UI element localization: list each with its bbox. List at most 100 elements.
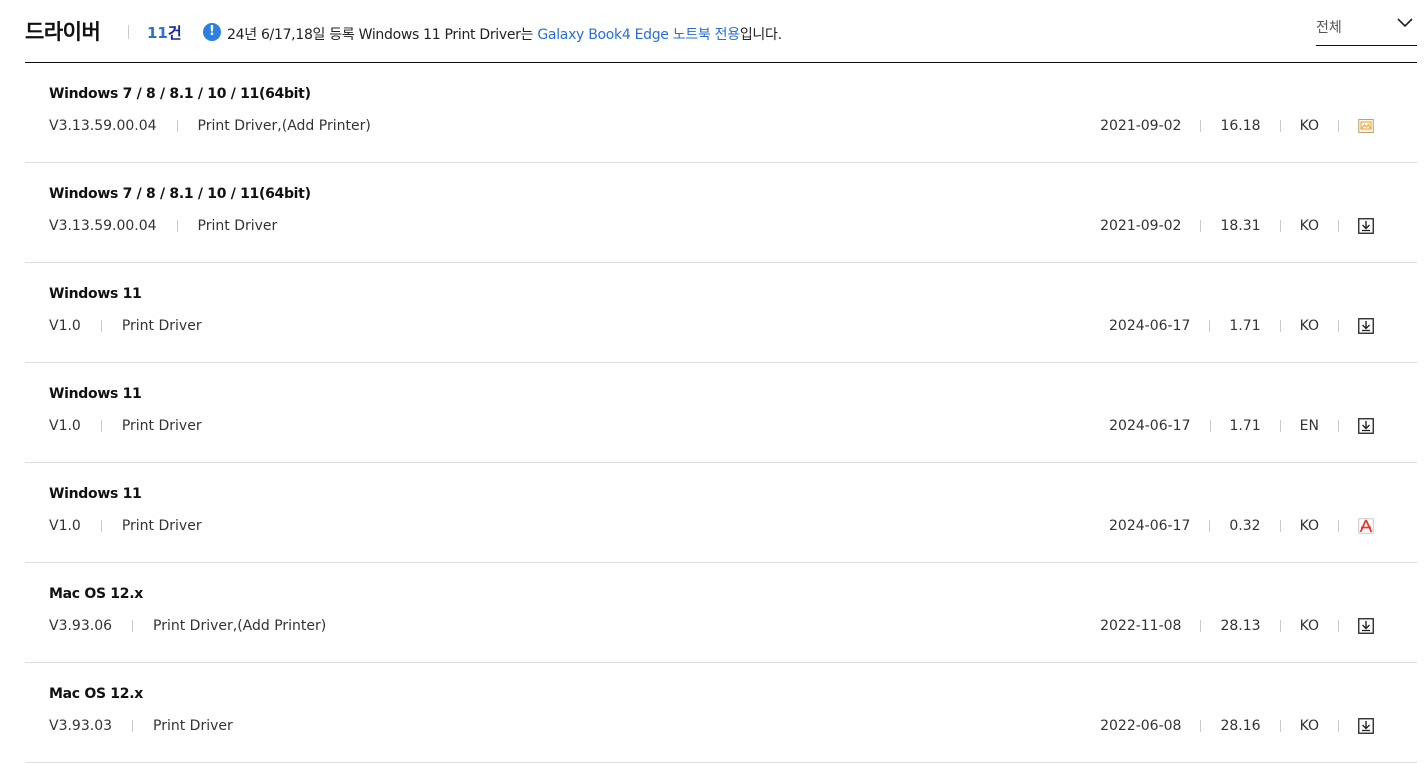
info-divider (1279, 420, 1281, 432)
info-divider (1279, 120, 1281, 132)
driver-description: Print Driver (153, 718, 233, 734)
result-count-unit: 건 (167, 24, 182, 42)
driver-row: Windows 11 V1.0 Print Driver 2024-06-17 1.71… (25, 363, 1417, 463)
info-divider (1209, 320, 1211, 332)
info-divider (1279, 720, 1281, 732)
driver-version: V3.13.59.00.04 (49, 218, 157, 234)
driver-meta: V1.0 Print Driver (49, 518, 202, 534)
download-icon[interactable] (1358, 718, 1374, 734)
notice-prefix: 24년 6/17,18일 등록 Windows 11 Print Driver는 (227, 27, 538, 43)
info-divider (1279, 520, 1281, 532)
result-count: 11건 (147, 22, 182, 43)
driver-row: Windows 7 / 8 / 8.1 / 10 / 11(64bit) V3.1… (25, 163, 1417, 263)
info-divider (1338, 120, 1339, 132)
meta-divider (100, 420, 102, 432)
meta-divider (100, 520, 102, 532)
driver-language: EN (1299, 418, 1319, 434)
driver-info: 2024-06-17 1.71 KO (1109, 318, 1374, 334)
driver-os: Windows 11 (49, 286, 142, 302)
driver-language: KO (1299, 218, 1319, 234)
driver-size: 28.16 (1220, 718, 1261, 734)
info-divider (1200, 620, 1202, 632)
info-divider (1200, 720, 1202, 732)
info-divider (1200, 120, 1202, 132)
pdf-icon[interactable] (1358, 518, 1374, 534)
info-divider (1338, 220, 1339, 232)
driver-version: V1.0 (49, 418, 81, 434)
meta-divider (132, 720, 134, 732)
driver-os: Windows 7 / 8 / 8.1 / 10 / 11(64bit) (49, 186, 311, 202)
driver-version: V3.93.03 (49, 718, 113, 734)
info-divider (1338, 520, 1339, 532)
driver-size: 18.31 (1220, 218, 1261, 234)
driver-os: Mac OS 12.x (49, 586, 143, 602)
info-divider (1279, 320, 1281, 332)
result-count-number: 11 (147, 24, 168, 42)
meta-divider (176, 120, 178, 132)
download-icon[interactable] (1358, 618, 1374, 634)
driver-version: V1.0 (49, 318, 81, 334)
info-divider (1209, 420, 1211, 432)
driver-language: KO (1299, 718, 1319, 734)
driver-description: Print Driver (121, 418, 202, 434)
driver-size: 1.71 (1229, 318, 1261, 334)
driver-date: 2024-06-17 (1109, 518, 1191, 534)
download-icon[interactable] (1358, 418, 1374, 434)
driver-description: Print Driver (197, 218, 278, 234)
driver-os: Windows 11 (49, 386, 142, 402)
info-divider (1338, 720, 1339, 732)
driver-language: KO (1299, 618, 1319, 634)
driver-description: Print Driver,(Add Printer) (197, 118, 371, 134)
driver-date: 2024-06-17 (1109, 418, 1191, 434)
driver-info: 2021-09-02 18.31 KO (1100, 218, 1374, 234)
driver-size: 0.32 (1229, 518, 1261, 534)
meta-divider (100, 320, 102, 332)
download-icon[interactable] (1358, 218, 1374, 234)
notice-text: 24년 6/17,18일 등록 Windows 11 Print Driver는… (227, 24, 782, 44)
notice-highlight: Galaxy Book4 Edge 노트북 전용 (537, 27, 740, 43)
driver-os: Windows 11 (49, 486, 142, 502)
meta-divider (176, 220, 178, 232)
driver-list-header: 드라이버 11건 ! 24년 6/17,18일 등록 Windows 11 Pr… (25, 0, 1417, 63)
driver-size: 16.18 (1220, 118, 1261, 134)
driver-info: 2022-06-08 28.16 KO (1100, 718, 1374, 734)
info-divider (1338, 320, 1339, 332)
driver-description: Print Driver (121, 518, 202, 534)
driver-version: V1.0 (49, 518, 81, 534)
driver-os: Windows 7 / 8 / 8.1 / 10 / 11(64bit) (49, 86, 311, 102)
driver-version: V3.93.06 (49, 618, 113, 634)
driver-language: KO (1299, 518, 1319, 534)
driver-meta: V3.13.59.00.04 Print Driver (49, 218, 277, 234)
meta-divider (132, 620, 134, 632)
driver-language: KO (1299, 318, 1319, 334)
driver-date: 2021-09-02 (1100, 218, 1182, 234)
info-divider (1338, 620, 1339, 632)
driver-size: 1.71 (1229, 418, 1261, 434)
info-divider (1279, 220, 1281, 232)
filter-dropdown[interactable]: 전체 (1316, 0, 1417, 46)
driver-list: Windows 7 / 8 / 8.1 / 10 / 11(64bit) V3.1… (25, 63, 1417, 763)
driver-version: V3.13.59.00.04 (49, 118, 157, 134)
driver-info: 2024-06-17 0.32 KO (1109, 518, 1374, 534)
download-icon[interactable] (1358, 318, 1374, 334)
driver-meta: V1.0 Print Driver (49, 418, 202, 434)
driver-meta: V3.93.06 Print Driver,(Add Printer) (49, 618, 326, 634)
info-divider (1279, 620, 1281, 632)
image-file-icon[interactable] (1358, 118, 1374, 134)
notice-suffix: 입니다. (739, 27, 782, 43)
driver-row: Windows 11 V1.0 Print Driver 2024-06-17 1.71… (25, 263, 1417, 363)
driver-info: 2022-11-08 28.13 KO (1100, 618, 1374, 634)
driver-meta: V3.93.03 Print Driver (49, 718, 233, 734)
title-divider (128, 25, 129, 39)
driver-row: Windows 7 / 8 / 8.1 / 10 / 11(64bit) V3.1… (25, 63, 1417, 163)
driver-os: Mac OS 12.x (49, 686, 143, 702)
info-divider (1338, 420, 1339, 432)
driver-row: Mac OS 12.x V3.93.03 Print Driver 2022-06-0… (25, 663, 1417, 763)
driver-description: Print Driver (121, 318, 202, 334)
driver-size: 28.13 (1220, 618, 1261, 634)
driver-row: Mac OS 12.x V3.93.06 Print Driver,(Add Pri… (25, 563, 1417, 663)
driver-description: Print Driver,(Add Printer) (153, 618, 327, 634)
driver-date: 2021-09-02 (1100, 118, 1182, 134)
driver-date: 2024-06-17 (1109, 318, 1191, 334)
driver-row: Windows 11 V1.0 Print Driver 2024-06-17 0.32… (25, 463, 1417, 563)
